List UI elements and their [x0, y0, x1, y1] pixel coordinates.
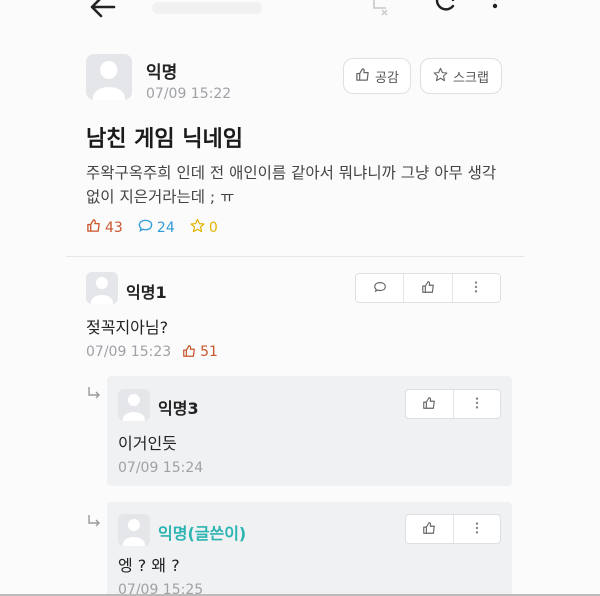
reply-text: 이거인듯 [118, 434, 177, 453]
reply-text: 엥 ? 왜 ? [118, 556, 180, 575]
post-stats: 43 24 0 [86, 218, 228, 237]
faded-title-placeholder [152, 2, 262, 14]
reply-arrow-icon [86, 513, 102, 527]
post-comment-count: 24 [138, 218, 175, 237]
reply-button[interactable] [356, 274, 405, 302]
thumbs-up-icon [182, 344, 196, 360]
comment-meta: 07/09 15:23 51 [86, 344, 218, 360]
reply-avatar [118, 514, 150, 546]
speech-bubble-icon [138, 218, 153, 237]
comment-time: 07/09 15:23 [86, 344, 172, 360]
scrap-label: 스크랩 [453, 70, 489, 86]
post-scrap-count: 0 [190, 218, 218, 237]
clear-icon[interactable] [368, 0, 394, 20]
reply-avatar [118, 389, 150, 421]
reply-like-button[interactable] [406, 515, 454, 543]
post-time: 07/09 15:22 [146, 86, 232, 102]
comment-actions [355, 273, 501, 303]
reply-like-button[interactable] [406, 390, 454, 418]
more-vertical-icon [470, 395, 484, 414]
comment-author: 익명1 [126, 283, 167, 302]
empathy-button[interactable]: 공감 [343, 58, 411, 94]
thumbs-up-icon [86, 218, 101, 237]
refresh-icon[interactable] [432, 0, 458, 20]
comment-like-count: 51 [182, 344, 218, 360]
comment-avatar [86, 272, 118, 304]
comment-like-button[interactable] [404, 274, 453, 302]
more-vertical-icon [470, 520, 484, 539]
thumbs-up-icon [422, 395, 436, 414]
post-avatar [86, 54, 132, 100]
star-icon [433, 67, 448, 86]
empathy-label: 공감 [375, 70, 399, 86]
post-divider [66, 256, 524, 257]
more-vertical-icon [469, 279, 483, 298]
reply-arrow-icon [86, 385, 102, 399]
reply-time: 07/09 15:24 [118, 460, 204, 476]
reply-author-op: 익명(글쓴이) [158, 524, 247, 543]
comment-more-button[interactable] [453, 274, 500, 302]
star-icon [190, 218, 205, 237]
reply-actions [405, 389, 501, 419]
post-body: 주왁구옥주희 인데 전 애인이름 같아서 뭐냐니까 그냥 아무 생각없이 지은거… [86, 164, 497, 206]
reply-more-button[interactable] [454, 515, 501, 543]
post-like-count: 43 [86, 218, 123, 237]
top-bar [0, 0, 600, 22]
thumbs-up-icon [421, 279, 435, 298]
thumbs-up-icon [422, 520, 436, 539]
reply-actions [405, 514, 501, 544]
reply-author: 익명3 [158, 399, 199, 418]
comment-text: 젖꼭지아님? [86, 318, 169, 337]
post-title: 남친 게임 닉네임 [86, 127, 243, 152]
scrap-button[interactable]: 스크랩 [420, 58, 502, 94]
post-author: 익명 [146, 63, 178, 83]
reply-more-button[interactable] [454, 390, 501, 418]
speech-bubble-icon [373, 279, 387, 298]
back-arrow-icon[interactable] [88, 0, 118, 20]
thumbs-up-icon [355, 67, 370, 86]
more-vertical-icon[interactable] [482, 0, 508, 20]
